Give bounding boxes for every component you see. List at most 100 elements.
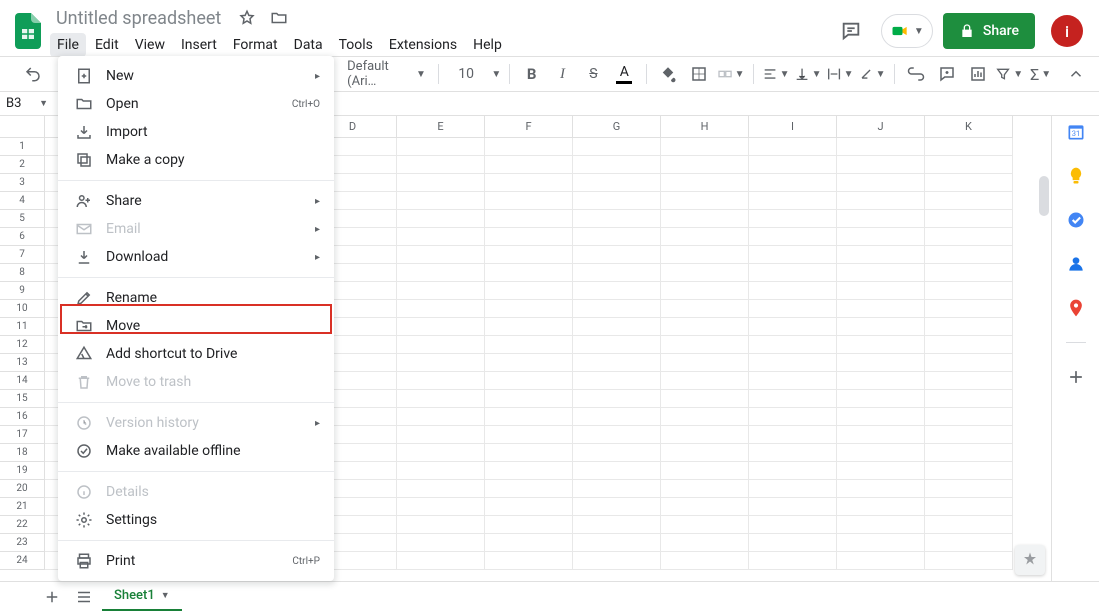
cell[interactable] — [837, 318, 925, 336]
strikethrough-button[interactable]: S — [580, 60, 607, 88]
menu-format[interactable]: Format — [226, 33, 285, 57]
sheets-logo[interactable] — [8, 11, 48, 51]
italic-button[interactable]: I — [549, 60, 576, 88]
cell[interactable] — [925, 192, 1013, 210]
cell[interactable] — [397, 300, 485, 318]
file-offline[interactable]: Make available offline — [58, 437, 334, 465]
cell[interactable] — [925, 300, 1013, 318]
column-header[interactable]: I — [749, 116, 837, 138]
cell[interactable] — [837, 444, 925, 462]
row-header[interactable]: 12 — [0, 336, 45, 354]
fill-color-button[interactable] — [655, 60, 682, 88]
cell[interactable] — [925, 264, 1013, 282]
cell[interactable] — [485, 444, 573, 462]
cell[interactable] — [749, 444, 837, 462]
cell[interactable] — [925, 390, 1013, 408]
cell[interactable] — [573, 138, 661, 156]
file-download[interactable]: Download▸ — [58, 243, 334, 271]
row-header[interactable]: 21 — [0, 498, 45, 516]
menu-extensions[interactable]: Extensions — [382, 33, 464, 57]
column-header[interactable]: E — [397, 116, 485, 138]
cell[interactable] — [837, 228, 925, 246]
cell[interactable] — [573, 444, 661, 462]
cell[interactable] — [749, 318, 837, 336]
cell[interactable] — [573, 318, 661, 336]
cell[interactable] — [925, 372, 1013, 390]
document-title[interactable]: Untitled spreadsheet — [50, 6, 227, 31]
column-header[interactable]: H — [661, 116, 749, 138]
row-header[interactable]: 1 — [0, 138, 45, 156]
cell[interactable] — [485, 174, 573, 192]
cell[interactable] — [485, 462, 573, 480]
undo-button[interactable] — [20, 60, 47, 88]
cell[interactable] — [749, 462, 837, 480]
cell[interactable] — [661, 192, 749, 210]
cell[interactable] — [573, 498, 661, 516]
vertical-scrollbar[interactable] — [1039, 176, 1049, 216]
cell[interactable] — [661, 408, 749, 426]
font-family-select[interactable]: Default (Ari…▼ — [343, 59, 430, 89]
text-color-button[interactable]: A — [611, 60, 638, 88]
menu-tools[interactable]: Tools — [332, 33, 380, 57]
cell[interactable] — [485, 516, 573, 534]
cell[interactable] — [749, 426, 837, 444]
cell[interactable] — [749, 372, 837, 390]
row-header[interactable]: 19 — [0, 462, 45, 480]
cell[interactable] — [485, 138, 573, 156]
cell[interactable] — [485, 336, 573, 354]
cell[interactable] — [485, 192, 573, 210]
cell[interactable] — [925, 444, 1013, 462]
cell[interactable] — [485, 318, 573, 336]
cell[interactable] — [837, 480, 925, 498]
row-header[interactable]: 8 — [0, 264, 45, 282]
cell[interactable] — [837, 426, 925, 444]
cell[interactable] — [661, 156, 749, 174]
rotate-button[interactable]: ▼ — [858, 60, 886, 88]
cell[interactable] — [661, 462, 749, 480]
cell[interactable] — [925, 516, 1013, 534]
merge-button[interactable]: ▼ — [717, 60, 745, 88]
cell[interactable] — [661, 480, 749, 498]
sheet-tab[interactable]: Sheet1▼ — [102, 583, 182, 611]
cell[interactable] — [925, 426, 1013, 444]
cell[interactable] — [749, 498, 837, 516]
cell[interactable] — [485, 498, 573, 516]
cell[interactable] — [661, 336, 749, 354]
cell[interactable] — [397, 462, 485, 480]
cell[interactable] — [573, 282, 661, 300]
cell[interactable] — [661, 318, 749, 336]
cell[interactable] — [573, 264, 661, 282]
cell[interactable] — [749, 192, 837, 210]
explore-button[interactable] — [1015, 545, 1045, 575]
menu-view[interactable]: View — [128, 33, 172, 57]
cell[interactable] — [573, 354, 661, 372]
cell[interactable] — [925, 174, 1013, 192]
cell[interactable] — [661, 390, 749, 408]
cell[interactable] — [749, 534, 837, 552]
cell[interactable] — [661, 282, 749, 300]
cell[interactable] — [837, 552, 925, 570]
column-header[interactable]: J — [837, 116, 925, 138]
cell[interactable] — [573, 246, 661, 264]
cell[interactable] — [397, 138, 485, 156]
cell[interactable] — [573, 480, 661, 498]
all-sheets-button[interactable] — [70, 583, 98, 611]
cell[interactable] — [661, 300, 749, 318]
cell[interactable] — [749, 138, 837, 156]
file-open[interactable]: OpenCtrl+O — [58, 90, 334, 118]
cell[interactable] — [573, 390, 661, 408]
cell[interactable] — [397, 354, 485, 372]
cell[interactable] — [661, 228, 749, 246]
cell[interactable] — [837, 390, 925, 408]
cell[interactable] — [397, 372, 485, 390]
cell[interactable] — [749, 552, 837, 570]
bold-button[interactable]: B — [518, 60, 545, 88]
borders-button[interactable] — [686, 60, 713, 88]
cell[interactable] — [749, 174, 837, 192]
menu-insert[interactable]: Insert — [174, 33, 224, 57]
row-header[interactable]: 18 — [0, 444, 45, 462]
cell[interactable] — [749, 390, 837, 408]
cell[interactable] — [661, 552, 749, 570]
menu-file[interactable]: File — [50, 33, 86, 57]
name-box[interactable]: B3▼ — [0, 96, 52, 111]
